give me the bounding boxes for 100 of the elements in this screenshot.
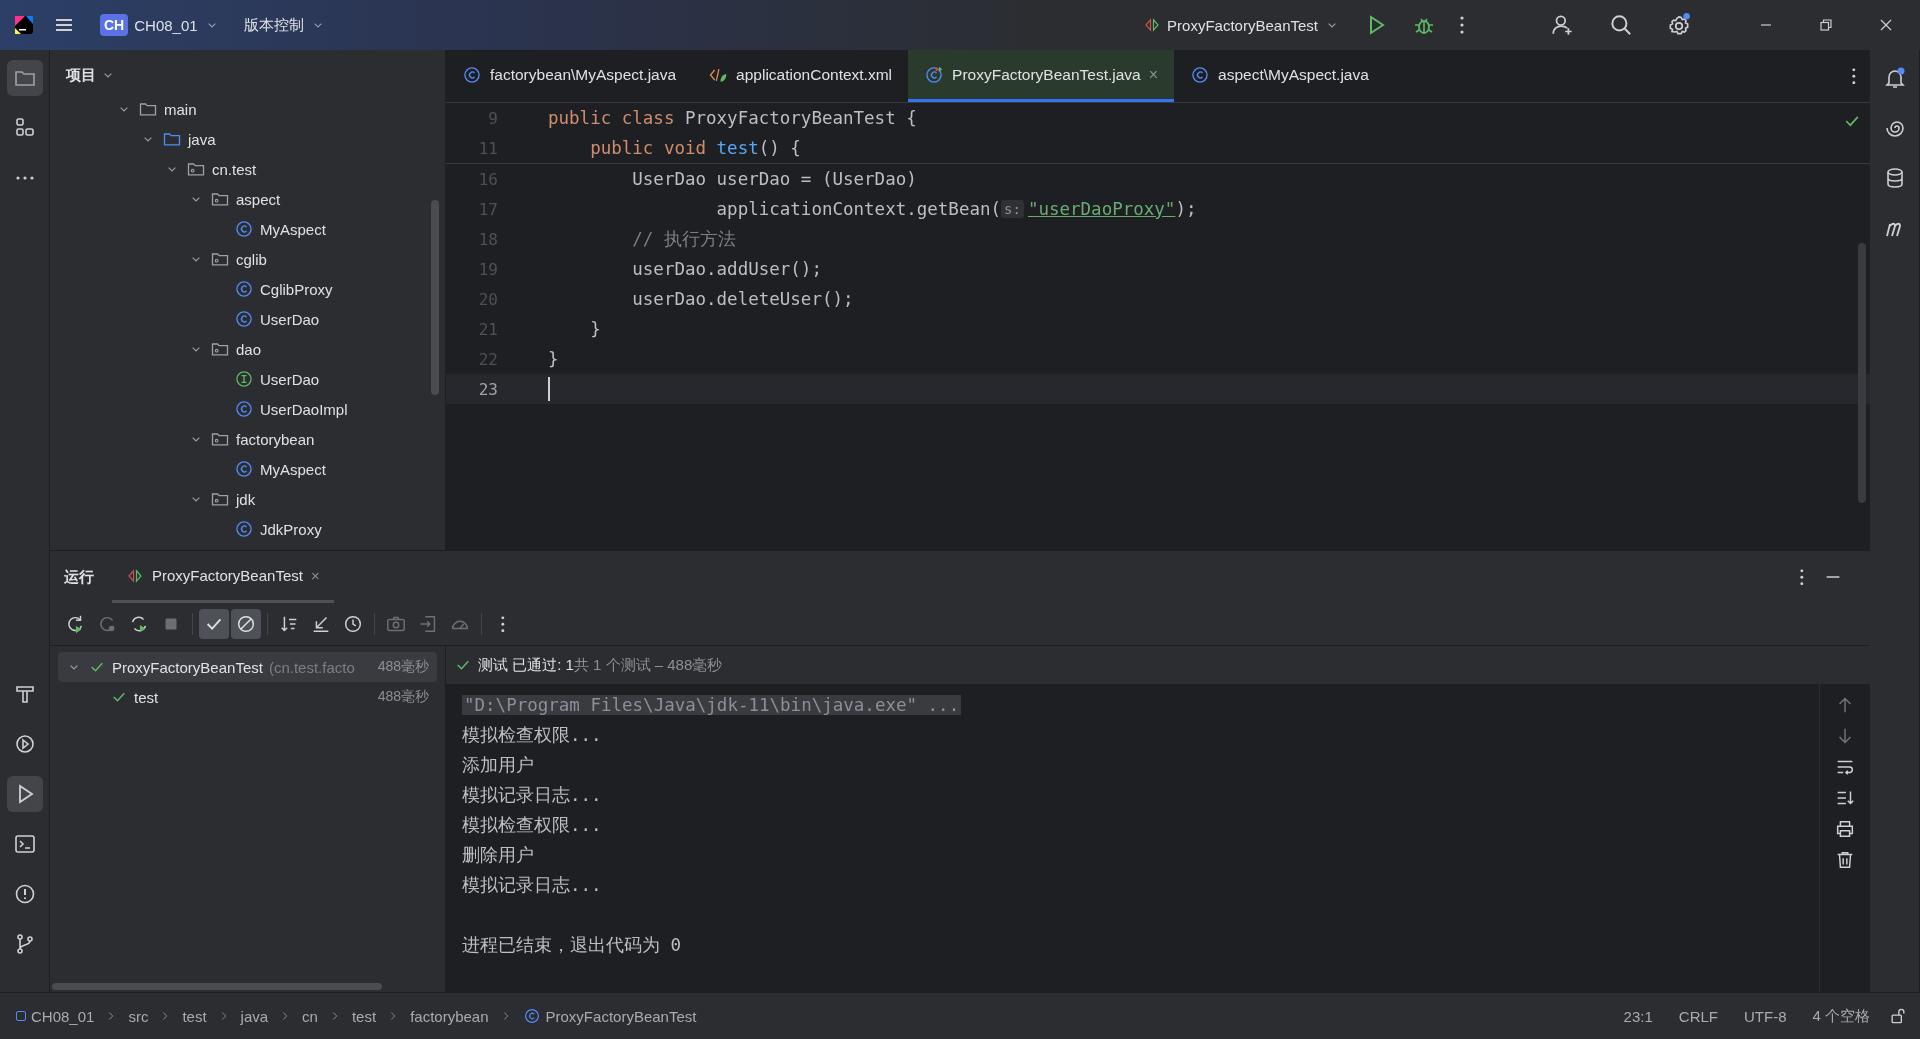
- tree-item[interactable]: cn.test: [212, 160, 257, 178]
- console-line: 删除用户: [462, 844, 534, 867]
- code-token: "userDaoProxy": [1027, 199, 1176, 219]
- breadcrumb[interactable]: src: [128, 1007, 149, 1025]
- tool-window-button[interactable]: [6, 776, 43, 812]
- search-icon[interactable]: [1608, 12, 1634, 38]
- code-token: public class: [548, 108, 676, 128]
- breadcrumb[interactable]: CH08_01: [16, 1007, 95, 1025]
- tree-item[interactable]: MyAspect: [260, 220, 326, 238]
- editor-tab[interactable]: factorybean\MyAspect.java: [446, 50, 693, 102]
- scrollbar-thumb[interactable]: [1858, 243, 1866, 503]
- project-selector[interactable]: CH CH08_01: [92, 8, 228, 42]
- test-name[interactable]: test: [134, 688, 159, 706]
- tree-item[interactable]: CglibProxy: [260, 280, 333, 298]
- ignored-icon: [235, 613, 257, 635]
- tree-item[interactable]: JdkProxy: [260, 520, 322, 538]
- code-token: test: [716, 138, 759, 158]
- class-icon: [462, 64, 482, 85]
- class-icon: [234, 279, 254, 299]
- more-icon: [15, 176, 34, 180]
- class-icon: [234, 219, 254, 239]
- tree-item[interactable]: UserDao: [260, 370, 320, 388]
- panel-title: 运行: [64, 567, 94, 587]
- code-token: UserDao userDao = (UserDao): [631, 169, 917, 189]
- console-line: 模拟检查权限...: [462, 724, 602, 747]
- file-encoding[interactable]: UTF-8: [1736, 1007, 1795, 1025]
- project-badge: CH: [100, 14, 129, 36]
- code-token: );: [1175, 199, 1197, 219]
- test-status: 测试 已通过: 1: [478, 655, 574, 675]
- breadcrumb[interactable]: cn: [302, 1007, 318, 1025]
- code-token: ProxyFactoryBeanTest {: [684, 108, 917, 128]
- more-icon[interactable]: [1800, 568, 1804, 586]
- close-tab-button[interactable]: ×: [310, 567, 320, 584]
- toolbar-button[interactable]: [199, 609, 229, 639]
- tool-window-button[interactable]: [6, 60, 43, 96]
- test-name[interactable]: ProxyFactoryBeanTest: [112, 658, 263, 676]
- console-line: 模拟记录日志...: [462, 784, 602, 807]
- line-number: 23: [477, 379, 499, 399]
- breadcrumb[interactable]: ProxyFactoryBeanTest: [522, 1007, 697, 1025]
- console-line: 进程已结束，退出代码为 0: [462, 934, 682, 957]
- close-tab-button[interactable]: ×: [1148, 65, 1159, 84]
- class-icon: [234, 519, 254, 539]
- scrollbar-thumb[interactable]: [52, 983, 382, 990]
- test-duration: 488毫秒: [377, 688, 429, 706]
- notifications-icon[interactable]: [1882, 66, 1907, 90]
- tree-item[interactable]: MyAspect: [260, 460, 326, 478]
- editor-tab[interactable]: aspect\MyAspect.java: [1174, 50, 1385, 102]
- module-icon: [16, 1011, 26, 1021]
- terminal-icon: [12, 832, 37, 856]
- class-icon: [1190, 64, 1211, 85]
- editor-tab[interactable]: applicationContext.xml: [692, 50, 909, 102]
- breadcrumb[interactable]: java: [240, 1007, 269, 1025]
- test-class-icon: [924, 64, 945, 85]
- run-configuration-selector[interactable]: ProxyFactoryBeanTest: [1135, 10, 1348, 40]
- tree-item[interactable]: aspect: [236, 190, 281, 208]
- scrollbar-thumb[interactable]: [431, 200, 439, 395]
- editor-tab[interactable]: ProxyFactoryBeanTest.java ×: [908, 50, 1175, 102]
- console-line: 模拟记录日志...: [462, 874, 602, 897]
- code-token: }: [589, 319, 601, 339]
- code-token: userDao.addUser();: [631, 259, 822, 279]
- tree-item[interactable]: UserDao: [260, 310, 320, 328]
- indent-setting[interactable]: 4 个空格: [1804, 1006, 1878, 1026]
- parameter-hint: s:: [1001, 200, 1024, 218]
- toolbar-button[interactable]: [231, 609, 261, 639]
- project-view-selector[interactable]: 项目: [66, 65, 116, 85]
- code-token: () {: [758, 138, 801, 158]
- text-cursor: [548, 377, 550, 401]
- class-icon: [234, 309, 254, 329]
- tree-item[interactable]: factorybean: [236, 430, 315, 448]
- code-token: // 执行方法: [631, 228, 736, 251]
- test-summary: 共 1 个测试 – 488毫秒: [573, 655, 723, 675]
- history-icon: [342, 613, 364, 635]
- line-separator[interactable]: CRLF: [1670, 1007, 1726, 1025]
- breadcrumb[interactable]: test: [351, 1007, 377, 1025]
- interface-icon: [234, 369, 254, 389]
- class-icon: [234, 459, 254, 479]
- tree-item[interactable]: dao: [236, 340, 262, 358]
- print-icon[interactable]: [1834, 818, 1856, 840]
- test-class-path: (cn.test.facto: [268, 658, 356, 676]
- more-icon: [501, 615, 505, 633]
- test-duration: 488毫秒: [377, 658, 429, 676]
- more-icon[interactable]: [1460, 16, 1464, 34]
- breadcrumb[interactable]: test: [182, 1007, 207, 1025]
- caret-position[interactable]: 23:1: [1615, 1007, 1661, 1025]
- breadcrumb[interactable]: factorybean: [410, 1007, 489, 1025]
- tree-item[interactable]: jdk: [236, 490, 256, 508]
- console-line: 添加用户: [462, 754, 534, 777]
- tree-item[interactable]: main: [164, 100, 197, 118]
- code-token: public void: [589, 138, 708, 158]
- run-tab[interactable]: ProxyFactoryBeanTest ×: [112, 551, 334, 603]
- app-logo-icon: [12, 13, 36, 37]
- code-token: applicationContext.getBean(: [715, 199, 1002, 219]
- tree-item[interactable]: java: [188, 130, 216, 148]
- console-line: 模拟检查权限...: [462, 814, 602, 837]
- tree-item[interactable]: cglib: [236, 250, 267, 268]
- more-icon[interactable]: [1852, 67, 1856, 85]
- class-icon: [234, 399, 254, 419]
- tree-item[interactable]: UserDaoImpl: [260, 400, 348, 418]
- vcs-menu[interactable]: 版本控制: [235, 9, 334, 41]
- folder-icon: [138, 100, 158, 119]
